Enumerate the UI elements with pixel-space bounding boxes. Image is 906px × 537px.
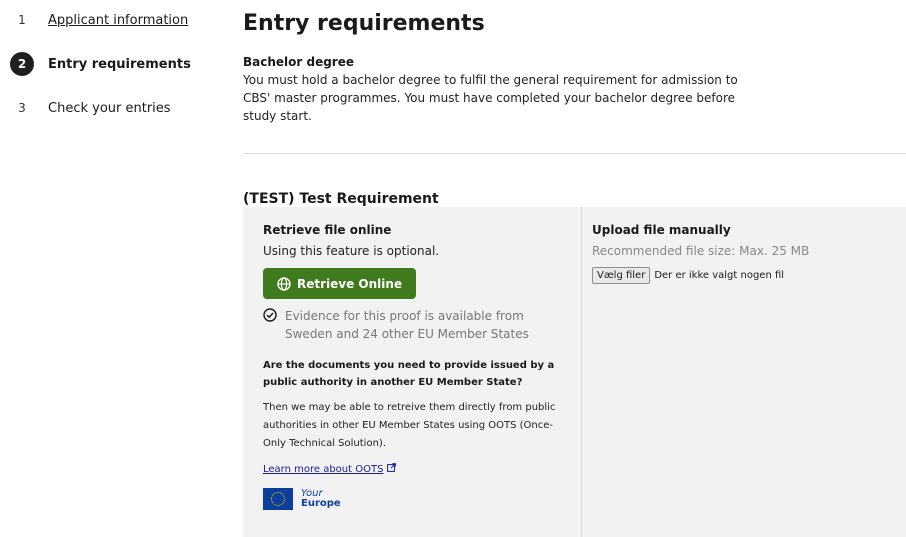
- step-number: 1: [18, 13, 26, 27]
- upload-heading: Upload file manually: [592, 223, 731, 237]
- upload-manual-column: Upload file manually Recommended file si…: [581, 207, 892, 537]
- globe-icon: [277, 276, 291, 291]
- requirement-panel: Retrieve file online Using this feature …: [243, 207, 906, 537]
- no-file-label: Der er ikke valgt nogen fil: [654, 270, 785, 281]
- logo-bottom: Europe: [301, 497, 341, 509]
- step-label[interactable]: Applicant information: [48, 13, 188, 28]
- step-entry-requirements: 2 Entry requirements: [10, 52, 220, 76]
- retrieve-online-button[interactable]: Retrieve Online: [263, 268, 417, 299]
- your-europe-logo: Your Europe: [263, 487, 563, 510]
- step-label: Check your entries: [48, 100, 171, 116]
- step-number: 3: [18, 101, 26, 115]
- oots-question: Are the documents you need to provide is…: [263, 360, 555, 388]
- step-check-entries: 3 Check your entries: [10, 97, 220, 119]
- evidence-note: Evidence for this proof is available fro…: [263, 307, 563, 343]
- step-applicant-information[interactable]: 1 Applicant information: [10, 9, 220, 31]
- file-input[interactable]: Vælg filer Der er ikke valgt nogen fil: [592, 267, 892, 284]
- check-circle-icon: [263, 308, 279, 324]
- retrieve-heading: Retrieve file online: [263, 223, 392, 237]
- divider: [243, 153, 906, 154]
- main-content: Entry requirements Bachelor degree You m…: [243, 0, 906, 537]
- learn-more-label: Learn more about OOTS: [263, 463, 384, 475]
- requirement-text: You must hold a bachelor degree to fulfi…: [243, 73, 738, 123]
- steps-nav: 1 Applicant information 2 Entry requirem…: [10, 9, 220, 141]
- your-europe-wordmark: Your Europe: [301, 487, 341, 509]
- page-title: Entry requirements: [243, 11, 485, 36]
- step-number: 2: [10, 52, 34, 76]
- logo-top: Your: [301, 487, 323, 499]
- step-label: Entry requirements: [48, 56, 191, 72]
- requirement-title: Bachelor degree: [243, 55, 355, 69]
- retrieve-online-column: Retrieve file online Using this feature …: [263, 223, 563, 510]
- optional-note: Using this feature is optional.: [263, 244, 440, 258]
- external-link-icon: [387, 463, 397, 475]
- choose-file-button[interactable]: Vælg filer: [592, 267, 651, 284]
- file-size-hint: Recommended file size: Max. 25 MB: [592, 244, 810, 258]
- evidence-text: Evidence for this proof is available fro…: [285, 309, 529, 341]
- oots-answer: Then we may be able to retreive them dir…: [263, 402, 556, 449]
- learn-more-oots-link[interactable]: Learn more about OOTS: [263, 463, 397, 475]
- retrieve-online-label: Retrieve Online: [297, 276, 403, 291]
- section-title: (TEST) Test Requirement: [243, 191, 439, 207]
- eu-flag-icon: [263, 487, 293, 510]
